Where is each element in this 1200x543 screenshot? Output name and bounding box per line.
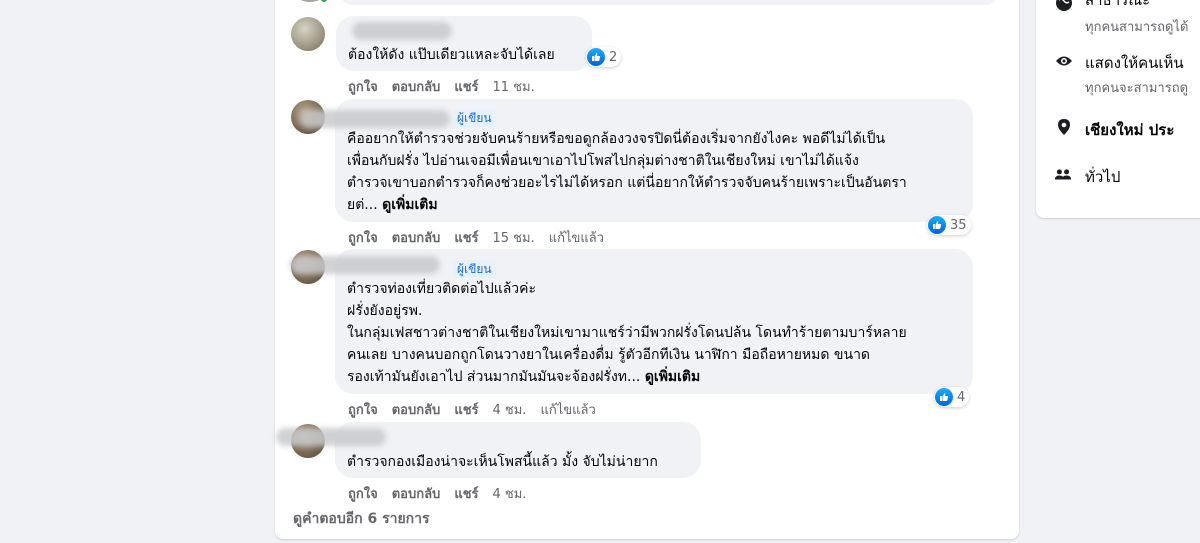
edited-label[interactable]: แก้ไขแล้ว xyxy=(549,227,604,248)
comment-text-line: ตำรวจเขาบอกตำรวจก็คงช่วยอะไรไม่ได้หรอก แ… xyxy=(347,175,907,191)
like-reaction-icon xyxy=(935,388,953,406)
comment-text-line: คนเลย บางคนบอกถูกโดนวางยาในเครื่องดื่ม ร… xyxy=(347,347,871,363)
visibility-label: แสดงให้คนเห็น xyxy=(1085,54,1184,72)
eye-icon xyxy=(1055,52,1073,70)
reaction-count-value: 35 xyxy=(950,217,967,233)
privacy-label: สาธารณะ xyxy=(1085,0,1151,9)
comment-text-line: ในกลุ่มเฟสชาวต่างชาติในเชียงใหม่เขามาแชร… xyxy=(347,325,907,341)
like-button[interactable]: ถูกใจ xyxy=(348,76,378,97)
comment-text-line: รองเท้ามันยังเอาไป ส่วนมากมันมันจะจ้องฝร… xyxy=(347,367,700,389)
reaction-count-value: 4 xyxy=(957,389,966,405)
comment-text-line: เพื่อนกับฝรั่ง ไปอ่านเจอมีเพื่อนเขาเอาไป… xyxy=(347,153,859,169)
commenter-name-blurred[interactable] xyxy=(300,110,450,128)
comment-text-line: ตำรวจท่องเที่ยวติดต่อไปแล้วค่ะ xyxy=(347,281,537,297)
location-label[interactable]: เชียงใหม่ ประ xyxy=(1085,118,1174,142)
people-icon xyxy=(1054,166,1072,184)
avatar[interactable] xyxy=(291,17,325,51)
reply-button[interactable]: ตอบกลับ xyxy=(392,483,441,504)
view-more-replies-link[interactable]: ดูคำตอบอีก 6 รายการ xyxy=(293,508,430,530)
reaction-count[interactable]: 4 xyxy=(934,387,970,407)
location-pin-icon xyxy=(1055,118,1073,136)
privacy-description: ทุกคนสามารถดูได้ xyxy=(1085,20,1189,35)
comment-text: ต้องให้ดัง แป๊บเดียวแหละจับได้เลย xyxy=(348,47,555,63)
comment-actions: ถูกใจ ตอบกลับ แชร์ 4 ชม. แก้ไขแล้ว xyxy=(348,399,610,420)
comment-text-line: คืออยากให้ตำรวจช่วยจับคนร้ายหรือขอดูกล้อ… xyxy=(347,131,886,147)
comment-timestamp[interactable]: 4 ชม. xyxy=(493,399,527,420)
share-button[interactable]: แชร์ xyxy=(454,76,478,97)
author-badge: ผู้เขียน xyxy=(453,260,496,278)
reaction-count[interactable]: 35 xyxy=(927,215,971,235)
commenter-name-blurred[interactable] xyxy=(352,22,452,40)
comment-actions: ถูกใจ ตอบกลับ แชร์ 11 ชม. xyxy=(348,76,549,97)
comment-text-line: ตำรวจกองเมืองน่าจะเห็นโพสนี้แล้ว มั้ง จั… xyxy=(347,454,658,470)
commenter-name-blurred[interactable] xyxy=(276,428,386,446)
share-button[interactable]: แชร์ xyxy=(454,227,478,248)
reaction-count-value: 2 xyxy=(609,49,618,65)
comment-actions: ถูกใจ ตอบกลับ แชร์ 4 ชม. xyxy=(348,483,540,504)
like-reaction-icon xyxy=(928,216,946,234)
see-more-link[interactable]: ดูเพิ่มเติม xyxy=(382,197,437,213)
comment-text-line: ยต่... ดูเพิ่มเติม xyxy=(347,195,438,217)
edited-label[interactable]: แก้ไขแล้ว xyxy=(540,399,595,420)
group-type-label: ทั่วไป xyxy=(1085,168,1121,186)
reply-button[interactable]: ตอบกลับ xyxy=(392,227,441,248)
share-button[interactable]: แชร์ xyxy=(454,399,478,420)
reaction-count[interactable]: 2 xyxy=(586,47,622,67)
like-reaction-icon xyxy=(587,48,605,66)
comment-text-truncated: รองเท้ามันยังเอาไป ส่วนมากมันมันจะจ้องฝร… xyxy=(347,369,641,385)
visibility-description: ทุกคนจะสามารถดู xyxy=(1085,81,1189,96)
comment-text-line: ฝรั่งยังอยู่รพ. xyxy=(347,303,423,319)
see-more-link[interactable]: ดูเพิ่มเติม xyxy=(645,369,700,385)
author-badge: ผู้เขียน xyxy=(453,109,496,127)
comment-bubble-partial xyxy=(340,0,998,5)
like-button[interactable]: ถูกใจ xyxy=(348,227,378,248)
reply-button[interactable]: ตอบกลับ xyxy=(392,76,441,97)
like-button[interactable]: ถูกใจ xyxy=(348,399,378,420)
comment-actions: ถูกใจ ตอบกลับ แชร์ 15 ชม. แก้ไขแล้ว xyxy=(348,227,618,248)
comment-timestamp[interactable]: 15 ชม. xyxy=(493,227,535,248)
like-button[interactable]: ถูกใจ xyxy=(348,483,378,504)
globe-icon xyxy=(1055,0,1073,12)
comment-timestamp[interactable]: 4 ชม. xyxy=(493,483,527,504)
comment-timestamp[interactable]: 11 ชม. xyxy=(493,76,535,97)
reply-button[interactable]: ตอบกลับ xyxy=(392,399,441,420)
comment-text-truncated: ยต่... xyxy=(347,197,378,213)
share-button[interactable]: แชร์ xyxy=(454,483,478,504)
commenter-name-blurred[interactable] xyxy=(290,256,440,274)
